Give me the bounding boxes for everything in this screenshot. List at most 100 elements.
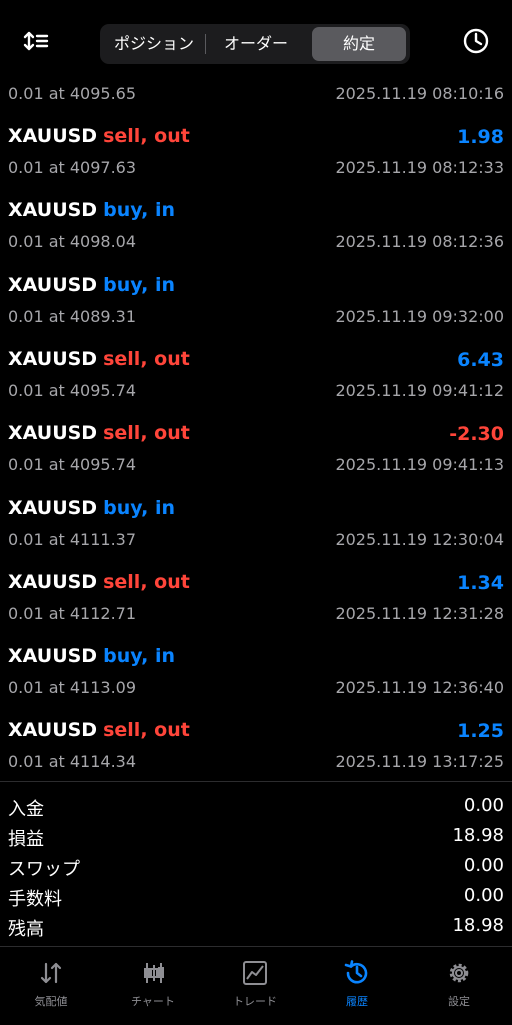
- summary-value: 0.00: [463, 885, 504, 906]
- deal-price: 0.01 at 4095.74: [8, 455, 137, 474]
- deal-time: 2025.11.19 08:12:33: [335, 158, 504, 177]
- deal-title: XAUUSD buy, in: [8, 497, 175, 519]
- summary-value: 0.00: [463, 855, 504, 876]
- deal-price: 0.01 at 4114.34: [8, 752, 137, 771]
- tab-trade[interactable]: トレード: [204, 947, 306, 1025]
- list-item[interactable]: XAUUSD buy, in 0.01 at 4098.04 2025.11.19 0…: [0, 184, 512, 258]
- deal-action: buy, in: [103, 497, 176, 519]
- deal-title: XAUUSD buy, in: [8, 274, 175, 296]
- deal-time: 2025.11.19 12:30:04: [335, 530, 504, 549]
- tab-history[interactable]: 履歴: [306, 947, 408, 1025]
- deal-action: buy, in: [103, 274, 176, 296]
- deal-time: 2025.11.19 08:10:16: [335, 84, 504, 103]
- deal-action: sell, out: [103, 719, 190, 741]
- deal-action: buy, in: [103, 199, 176, 221]
- summary-value: 18.98: [452, 915, 504, 936]
- summary-balance: 残高 18.98: [0, 909, 512, 940]
- deal-symbol: XAUUSD: [8, 422, 98, 444]
- list-item[interactable]: XAUUSD sell, out 6.43 0.01 at 4095.74 2025.1…: [0, 333, 512, 407]
- deal-action: sell, out: [103, 422, 190, 444]
- tab-quotes[interactable]: 気配値: [0, 947, 102, 1025]
- deal-title: XAUUSD sell, out: [8, 125, 190, 147]
- settings-icon: [449, 963, 469, 983]
- deal-title: XAUUSD sell, out: [8, 571, 190, 593]
- summary-label: 手数料: [8, 889, 62, 910]
- trade-icon: [243, 961, 267, 985]
- deal-time: 2025.11.19 09:41:12: [335, 381, 504, 400]
- deal-price: 0.01 at 4097.63: [8, 158, 137, 177]
- deal-time: 2025.11.19 09:41:13: [335, 455, 504, 474]
- summary-swap: スワップ 0.00: [0, 849, 512, 880]
- deal-price: 0.01 at 4095.74: [8, 381, 137, 400]
- summary-label: 損益: [8, 829, 44, 850]
- list-item[interactable]: XAUUSD sell, out 1.25 0.01 at 4114.34 2025.1…: [0, 704, 512, 778]
- tab-positions[interactable]: ポジション: [104, 24, 204, 64]
- tab-settings[interactable]: 設定: [408, 947, 510, 1025]
- summary-deposit: 入金 0.00: [0, 789, 512, 820]
- chart-icon: [144, 963, 164, 983]
- deal-symbol: XAUUSD: [8, 274, 98, 296]
- deal-profit: 1.98: [457, 126, 504, 148]
- segmented-control: ポジション オーダー 約定: [100, 24, 410, 64]
- deal-profit: 6.43: [457, 349, 504, 371]
- deal-time: 2025.11.19 09:32:00: [335, 307, 504, 326]
- deal-symbol: XAUUSD: [8, 719, 98, 741]
- deal-profit: -2.30: [449, 423, 504, 445]
- deal-time: 2025.11.19 12:36:40: [335, 678, 504, 697]
- quotes-icon: [40, 962, 62, 984]
- deal-time: 2025.11.19 08:12:36: [335, 232, 504, 251]
- deal-price: 0.01 at 4095.65: [8, 84, 137, 103]
- deal-action: sell, out: [103, 125, 190, 147]
- summary-label: 残高: [8, 919, 44, 940]
- deal-action: sell, out: [103, 571, 190, 593]
- sort-icon[interactable]: [22, 27, 50, 55]
- deal-title: XAUUSD buy, in: [8, 645, 175, 667]
- tab-deals[interactable]: 約定: [312, 27, 406, 61]
- deal-symbol: XAUUSD: [8, 199, 98, 221]
- history-icon: [344, 960, 368, 984]
- list-item[interactable]: XAUUSD sell, out 1.98 0.01 at 4097.63 2025.1…: [0, 110, 512, 184]
- list-item[interactable]: XAUUSD sell, out -2.30 0.01 at 4095.74 2025.…: [0, 407, 512, 481]
- deal-price: 0.01 at 4112.71: [8, 604, 137, 623]
- tab-label: チャート: [131, 995, 175, 1008]
- deal-title: XAUUSD buy, in: [8, 199, 175, 221]
- deal-price: 0.01 at 4113.09: [8, 678, 137, 697]
- summary-value: 18.98: [452, 825, 504, 846]
- deal-title: XAUUSD sell, out: [8, 719, 190, 741]
- deal-time: 2025.11.19 12:31:28: [335, 604, 504, 623]
- tab-orders[interactable]: オーダー: [206, 24, 306, 64]
- deal-action: sell, out: [103, 348, 190, 370]
- summary-label: 入金: [8, 799, 44, 820]
- deal-symbol: XAUUSD: [8, 497, 98, 519]
- deal-symbol: XAUUSD: [8, 348, 98, 370]
- deal-time: 2025.11.19 13:17:25: [335, 752, 504, 771]
- deal-symbol: XAUUSD: [8, 571, 98, 593]
- tab-label: 気配値: [34, 995, 68, 1008]
- summary-profit: 損益 18.98: [0, 819, 512, 850]
- deal-profit: 1.34: [457, 572, 504, 594]
- deal-price: 0.01 at 4089.31: [8, 307, 137, 326]
- list-item[interactable]: XAUUSD buy, in 0.01 at 4113.09 2025.11.19 1…: [0, 630, 512, 704]
- tab-label: 履歴: [346, 995, 368, 1008]
- tab-chart[interactable]: チャート: [102, 947, 204, 1025]
- clock-icon[interactable]: [462, 27, 490, 55]
- deal-title: XAUUSD sell, out: [8, 348, 190, 370]
- top-bar: ポジション オーダー 約定: [0, 0, 512, 84]
- deal-price: 0.01 at 4098.04: [8, 232, 137, 251]
- deal-symbol: XAUUSD: [8, 125, 98, 147]
- summary-commission: 手数料 0.00: [0, 879, 512, 910]
- list-item[interactable]: XAUUSD buy, in 0.01 at 4111.37 2025.11.19 1…: [0, 482, 512, 556]
- deal-profit: 1.25: [457, 720, 504, 742]
- summary-value: 0.00: [463, 795, 504, 816]
- deal-action: buy, in: [103, 645, 176, 667]
- tab-label: トレード: [233, 995, 277, 1008]
- deal-symbol: XAUUSD: [8, 645, 98, 667]
- list-item[interactable]: XAUUSD sell, out 1.34 0.01 at 4112.71 2025.1…: [0, 556, 512, 630]
- summary-panel: 入金 0.00 損益 18.98 スワップ 0.00 手数料 0.00 残高 1…: [0, 781, 512, 940]
- bottom-tab-bar: 気配値 チャート トレード 履歴 設定: [0, 946, 512, 1025]
- list-item[interactable]: XAUUSD buy, in 0.01 at 4089.31 2025.11.19 0…: [0, 259, 512, 333]
- deal-price: 0.01 at 4111.37: [8, 530, 137, 549]
- tab-label: 設定: [448, 995, 470, 1008]
- summary-label: スワップ: [8, 859, 80, 880]
- deal-title: XAUUSD sell, out: [8, 422, 190, 444]
